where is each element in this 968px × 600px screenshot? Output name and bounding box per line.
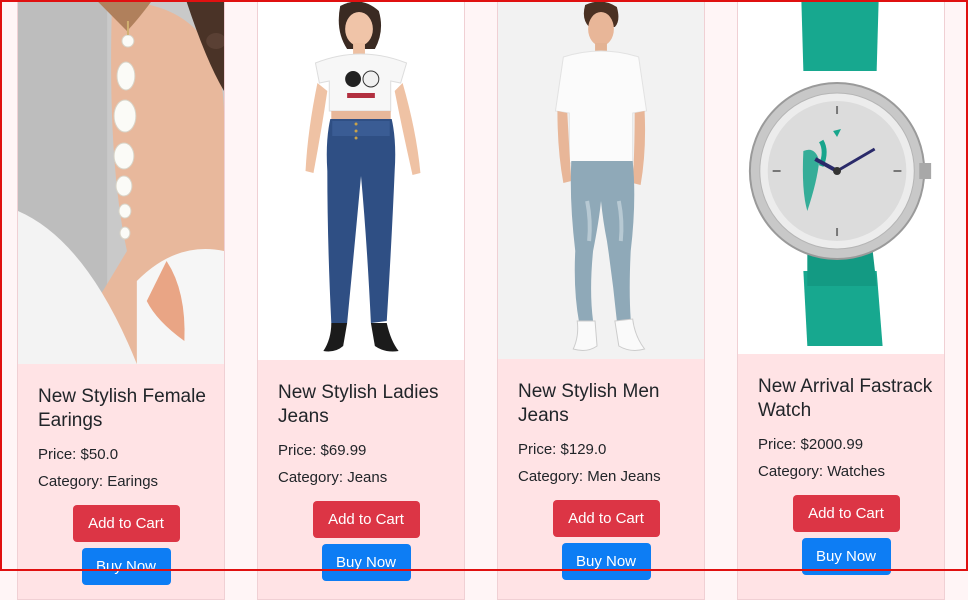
product-image-watch[interactable] — [738, 1, 944, 354]
product-price: Price: $2000.99 — [758, 436, 864, 453]
buy-now-button[interactable]: Buy Now — [321, 544, 411, 581]
add-to-cart-button[interactable]: Add to Cart — [72, 505, 180, 542]
product-title[interactable]: New Arrival Fastrack Watch — [758, 375, 934, 423]
product-card-body: New Stylish Female Earings Price: $50.0 … — [38, 385, 214, 585]
buy-now-button[interactable]: Buy Now — [561, 543, 651, 580]
product-card-body: New Stylish Men Jeans Price: $129.0 Cate… — [518, 380, 694, 580]
product-card: New Stylish Ladies Jeans Price: $69.99 C… — [257, 0, 465, 600]
add-to-cart-button[interactable]: Add to Cart — [552, 500, 660, 537]
product-price: Price: $50.0 — [38, 446, 119, 463]
watch-photo-icon — [738, 1, 944, 354]
ladies-jeans-photo-icon — [258, 1, 464, 360]
earrings-photo-icon — [18, 1, 224, 364]
product-card: New Stylish Female Earings Price: $50.0 … — [17, 0, 225, 600]
product-category: Category: Watches — [758, 463, 885, 480]
product-image-men-jeans[interactable] — [498, 1, 704, 359]
product-card-body: New Arrival Fastrack Watch Price: $2000.… — [758, 375, 934, 575]
product-category: Category: Jeans — [278, 469, 388, 486]
product-title[interactable]: New Stylish Female Earings — [38, 385, 214, 433]
add-to-cart-button[interactable]: Add to Cart — [792, 495, 900, 532]
product-title[interactable]: New Stylish Ladies Jeans — [278, 381, 454, 429]
product-category: Category: Earings — [38, 473, 159, 490]
product-category: Category: Men Jeans — [518, 468, 661, 485]
product-title[interactable]: New Stylish Men Jeans — [518, 380, 694, 428]
buy-now-button[interactable]: Buy Now — [81, 548, 171, 585]
buy-now-button[interactable]: Buy Now — [801, 538, 891, 575]
product-card: New Arrival Fastrack Watch Price: $2000.… — [737, 0, 945, 600]
product-image-earrings[interactable] — [18, 1, 224, 364]
men-jeans-photo-icon — [498, 1, 704, 359]
product-price: Price: $129.0 — [518, 441, 607, 458]
add-to-cart-button[interactable]: Add to Cart — [312, 501, 420, 538]
product-card-body: New Stylish Ladies Jeans Price: $69.99 C… — [278, 381, 454, 581]
product-card: New Stylish Men Jeans Price: $129.0 Cate… — [497, 0, 705, 600]
product-price: Price: $69.99 — [278, 442, 367, 459]
product-image-ladies-jeans[interactable] — [258, 1, 464, 360]
